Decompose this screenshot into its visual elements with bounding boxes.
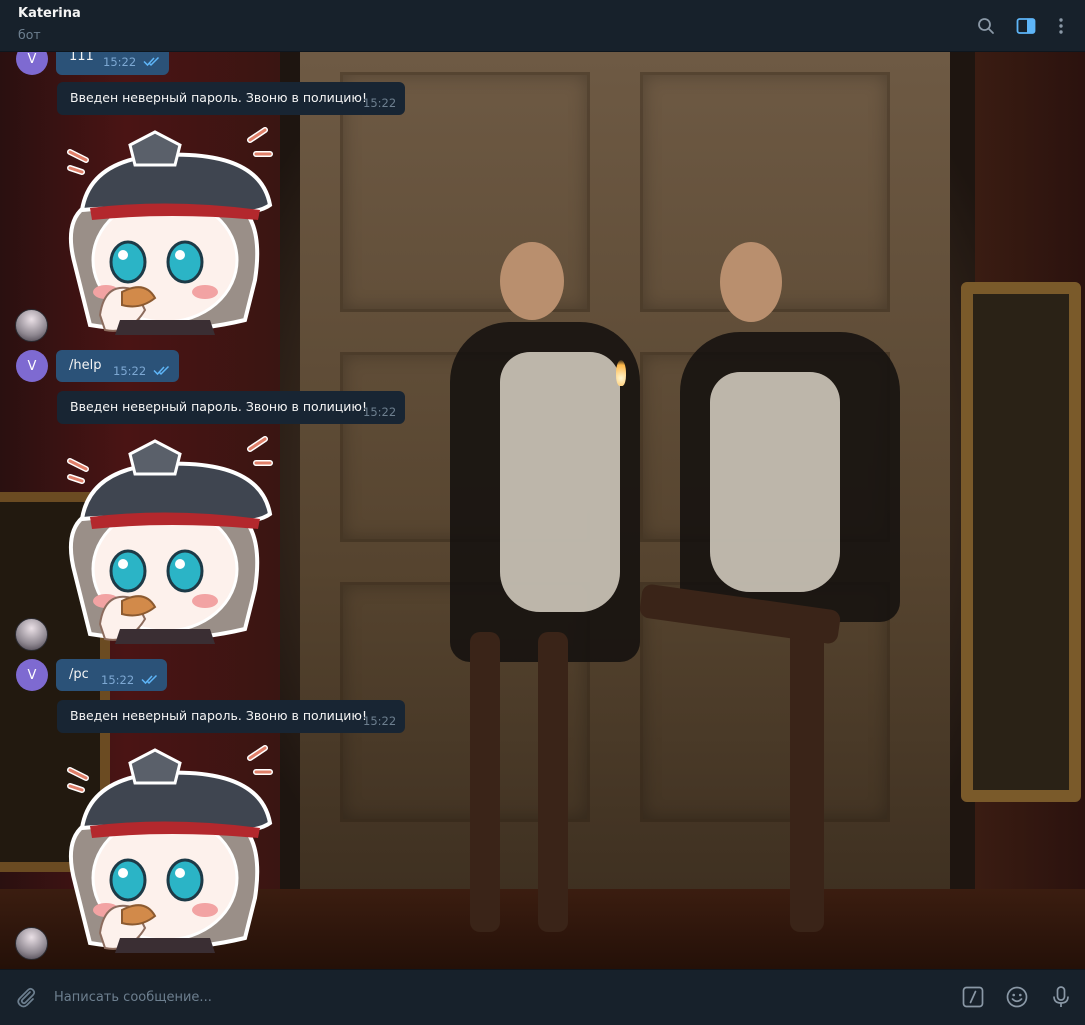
message-time: 15:22 <box>103 55 137 69</box>
message-text: /help <box>69 358 102 373</box>
read-ticks-icon <box>141 674 158 685</box>
sticker-message[interactable] <box>60 120 280 335</box>
message-outgoing[interactable]: 111 15:22 <box>56 52 169 75</box>
user-avatar[interactable]: V <box>16 350 48 382</box>
emoji-icon[interactable] <box>1003 983 1031 1011</box>
message-input[interactable] <box>54 986 934 1008</box>
message-text: Введен неверный пароль. Звоню в полицию! <box>70 399 367 414</box>
message-text: /pc <box>69 667 89 682</box>
wallpaper-figure-head <box>500 242 564 320</box>
wallpaper-figure-head <box>720 242 782 322</box>
sticker-girl-cap-icon <box>67 436 273 644</box>
wallpaper-figure-apron <box>500 352 620 612</box>
message-incoming[interactable]: Введен неверный пароль. Звоню в полицию!… <box>57 391 405 424</box>
avatar-initial: V <box>27 667 37 683</box>
message-outgoing[interactable]: /help 15:22 <box>56 350 179 382</box>
chat-status: бот <box>18 27 41 42</box>
sidebar-toggle-icon[interactable] <box>1013 13 1039 39</box>
bot-avatar[interactable] <box>15 309 48 342</box>
chat-area[interactable]: V 111 15:22 Введен неверный пароль. Звон… <box>0 52 1085 969</box>
message-time: 15:22 <box>113 364 147 378</box>
message-incoming[interactable]: Введен неверный пароль. Звоню в полицию!… <box>57 82 405 115</box>
message-time: 15:22 <box>363 96 397 110</box>
message-incoming[interactable]: Введен неверный пароль. Звоню в полицию!… <box>57 700 405 733</box>
user-avatar[interactable]: V <box>16 659 48 691</box>
message-outgoing[interactable]: /pc 15:22 <box>56 659 167 691</box>
message-time: 15:22 <box>101 673 135 687</box>
message-time: 15:22 <box>363 714 397 728</box>
search-icon[interactable] <box>973 13 999 39</box>
chat-title[interactable]: Katerina <box>18 6 81 21</box>
wallpaper-figure-apron <box>710 372 840 592</box>
wallpaper-figure-leg <box>470 632 500 932</box>
message-text: 111 <box>69 52 94 64</box>
avatar-initial: V <box>27 52 37 67</box>
sticker-message[interactable] <box>60 429 280 644</box>
message-time: 15:22 <box>363 405 397 419</box>
message-composer <box>0 969 1085 1025</box>
sticker-message[interactable] <box>60 738 280 953</box>
chat-header: Katerina бот <box>0 0 1085 52</box>
sticker-girl-cap-icon <box>67 745 273 953</box>
message-text: Введен неверный пароль. Звоню в полицию! <box>70 90 367 105</box>
read-ticks-icon <box>153 365 170 376</box>
bot-avatar[interactable] <box>15 927 48 960</box>
more-vertical-icon[interactable] <box>1048 13 1074 39</box>
wallpaper-figure-leg <box>790 612 824 932</box>
message-text: Введен неверный пароль. Звоню в полицию! <box>70 708 367 723</box>
attach-icon[interactable] <box>12 983 40 1011</box>
bot-commands-icon[interactable] <box>959 983 987 1011</box>
microphone-icon[interactable] <box>1047 983 1075 1011</box>
read-ticks-icon <box>143 56 160 67</box>
wallpaper-candle-flame <box>616 360 626 386</box>
wallpaper-picture-frame <box>961 282 1081 802</box>
bot-avatar[interactable] <box>15 618 48 651</box>
sticker-girl-cap-icon <box>67 127 273 335</box>
avatar-initial: V <box>27 358 37 374</box>
wallpaper-figure-leg <box>538 632 568 932</box>
